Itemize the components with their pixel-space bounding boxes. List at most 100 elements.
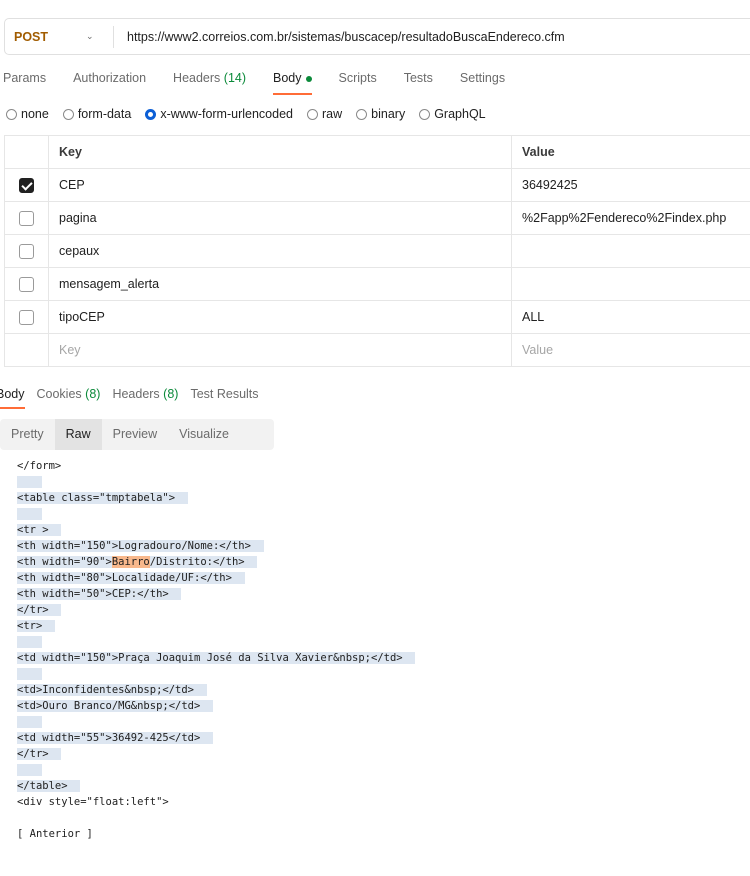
tab-authorization[interactable]: Authorization (73, 71, 146, 95)
view-preview[interactable]: Preview (102, 419, 168, 450)
tab-label: Test Results (190, 387, 259, 401)
tab-body[interactable]: Body (273, 71, 312, 95)
tab-label: Authorization (73, 71, 147, 85)
tab-settings[interactable]: Settings (460, 71, 505, 95)
radio-raw[interactable]: raw (307, 107, 342, 121)
request-url-bar: POST ⌄ https://www2.correios.com.br/sist… (4, 18, 750, 55)
table-row: mensagem_alerta (4, 267, 750, 301)
code-line-text: <tr > (17, 524, 62, 536)
code-line-text: </tr> (17, 604, 62, 616)
code-line-text (17, 764, 43, 776)
value-cell[interactable] (511, 234, 750, 268)
code-line-text (17, 508, 43, 520)
key-cell[interactable]: tipoCEP (48, 300, 512, 334)
method-label: POST (14, 29, 49, 44)
tab-test-results[interactable]: Test Results (190, 387, 258, 409)
new-key-input[interactable]: Key (48, 333, 512, 367)
code-line-text: <th width="90">Bairro/Distrito:</th> (17, 556, 258, 568)
code-line (17, 666, 415, 682)
value-cell[interactable]: 36492425 (511, 168, 750, 202)
row-checkbox[interactable] (19, 210, 34, 226)
view-visualize[interactable]: Visualize (168, 419, 240, 450)
code-line: [ Anterior ] (17, 826, 415, 842)
tab-label: Body (273, 71, 302, 85)
radio-label: binary (371, 107, 406, 121)
code-line-text: <th width="50">CEP:</th> (17, 588, 182, 600)
radio-x-www-form-urlencoded[interactable]: x-www-form-urlencoded (145, 107, 293, 121)
radio-none[interactable]: none (6, 107, 49, 121)
row-checkbox[interactable] (19, 243, 34, 259)
view-mode-tabs: Pretty Raw Preview Visualize (0, 419, 274, 450)
radio-label: GraphQL (434, 107, 486, 121)
tab-response-headers[interactable]: Headers (8) (112, 387, 178, 409)
radio-circle-icon (356, 108, 368, 120)
radio-circle-icon (419, 108, 431, 120)
radio-label: raw (322, 107, 343, 121)
request-tabs: Params Authorization Headers (14) Body S… (3, 71, 532, 95)
code-line-text: <td width="55">36492-425</td> (17, 732, 213, 744)
tab-label: Tests (403, 71, 433, 85)
key-cell[interactable]: CEP (48, 168, 512, 202)
value-column-header: Value (511, 135, 750, 169)
tab-params[interactable]: Params (3, 71, 46, 95)
radio-binary[interactable]: binary (356, 107, 405, 121)
code-line-text (17, 668, 43, 680)
new-value-input[interactable]: Value (511, 333, 750, 367)
tab-headers[interactable]: Headers (14) (173, 71, 246, 95)
value-cell[interactable] (511, 267, 750, 301)
tab-scripts[interactable]: Scripts (339, 71, 377, 95)
code-line-text: <table class="tmptabela"> (17, 492, 188, 504)
method-select[interactable]: POST ⌄ (5, 25, 114, 48)
chevron-down-icon: ⌄ (86, 31, 94, 41)
code-line: <th width="150">Logradouro/Nome:</th> (17, 538, 415, 554)
view-pretty[interactable]: Pretty (0, 419, 55, 450)
params-table: Key Value CEP 36492425 pagina %2Fapp%2Fe… (4, 135, 750, 367)
code-line-text: <div style="float:left"> (17, 796, 182, 808)
table-row: pagina %2Fapp%2Fendereco%2Findex.php (4, 201, 750, 235)
url-input[interactable]: https://www2.correios.com.br/sistemas/bu… (114, 30, 565, 44)
tab-tests[interactable]: Tests (404, 71, 433, 95)
code-line-text: </table> (17, 780, 81, 792)
value-cell[interactable]: %2Fapp%2Fendereco%2Findex.php (511, 201, 750, 235)
radio-circle-icon (6, 108, 17, 120)
key-cell[interactable]: cepaux (48, 234, 512, 268)
code-line: <th width="80">Localidade/UF:</th> (17, 570, 415, 586)
code-line-text: <th width="80">Localidade/UF:</th> (17, 572, 245, 584)
radio-label: x-www-form-urlencoded (160, 107, 293, 121)
tab-label: Cookies (36, 387, 82, 401)
code-line: </tr> (17, 602, 415, 618)
radio-selected-icon (145, 108, 157, 120)
code-line: <th width="90">Bairro/Distrito:</th> (17, 554, 415, 570)
radio-graphql[interactable]: GraphQL (419, 107, 486, 121)
header-check-cell (4, 135, 49, 169)
tab-response-body[interactable]: Body (0, 387, 25, 409)
tab-label: Settings (459, 71, 506, 85)
search-match: Bairro (111, 556, 150, 568)
response-body-code[interactable]: </form> <table class="tmptabela"> <tr > … (17, 458, 416, 842)
value-cell[interactable]: ALL (511, 300, 750, 334)
code-line (17, 714, 415, 730)
radio-circle-icon (62, 108, 74, 120)
tab-label: Scripts (338, 71, 377, 85)
row-checkbox[interactable] (19, 177, 34, 193)
row-checkbox[interactable] (19, 309, 34, 325)
radio-label: none (21, 107, 49, 121)
code-line: <td>Ouro Branco/MG&nbsp;</td> (17, 698, 415, 714)
tab-label: Params (3, 71, 47, 85)
code-line-text: <td>Ouro Branco/MG&nbsp;</td> (17, 700, 213, 712)
table-row-new: Key Value (4, 333, 750, 367)
radio-form-data[interactable]: form-data (62, 107, 131, 121)
code-line (17, 506, 415, 522)
code-line: <td>Inconfidentes&nbsp;</td> (17, 682, 415, 698)
key-cell[interactable]: mensagem_alerta (48, 267, 512, 301)
key-cell[interactable]: pagina (48, 201, 512, 235)
code-line-text (17, 716, 43, 728)
code-line: <td width="150">Praça Joaquim José da Si… (17, 650, 416, 666)
row-checkbox[interactable] (19, 276, 34, 292)
tab-cookies[interactable]: Cookies (8) (37, 387, 101, 409)
view-raw[interactable]: Raw (54, 419, 102, 450)
radio-circle-icon (307, 108, 318, 120)
code-line: </table> (17, 778, 415, 794)
table-row: CEP 36492425 (4, 168, 750, 202)
